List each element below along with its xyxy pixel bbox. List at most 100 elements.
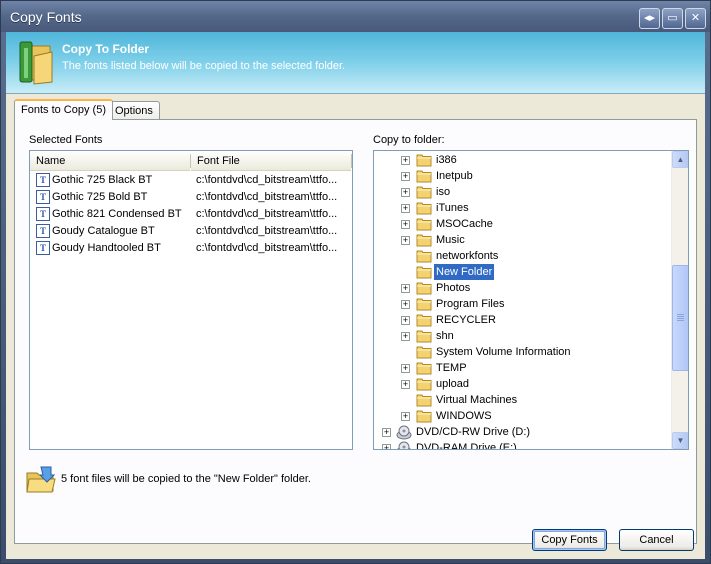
scroll-up-icon[interactable]: ▲: [672, 151, 688, 168]
scroll-down-icon[interactable]: ▼: [672, 432, 688, 449]
tree-node[interactable]: + Music: [374, 232, 670, 248]
truetype-font-icon: T: [36, 241, 50, 255]
tree-node[interactable]: + Photos: [374, 280, 670, 296]
expand-icon[interactable]: +: [382, 444, 391, 449]
truetype-font-icon: T: [36, 207, 50, 221]
column-header-name[interactable]: Name: [30, 151, 190, 171]
tree-node[interactable]: + Program Files: [374, 296, 670, 312]
tree-node-label[interactable]: New Folder: [434, 264, 495, 280]
tree-node[interactable]: System Volume Information: [374, 344, 670, 360]
column-header-font-file[interactable]: Font File: [191, 151, 351, 171]
tree-node-label[interactable]: shn: [434, 328, 456, 344]
close-icon[interactable]: ✕: [685, 8, 706, 29]
folder-icon: [416, 313, 432, 327]
table-row[interactable]: T Goudy Handtooled BT c:\fontdvd\cd_bitstr…: [30, 240, 352, 257]
truetype-font-icon: T: [36, 173, 50, 187]
tree-node[interactable]: + iso: [374, 184, 670, 200]
expand-icon[interactable]: +: [401, 316, 410, 325]
table-row[interactable]: T Gothic 725 Bold BT c:\fontdvd\cd_bitstre…: [30, 189, 352, 206]
tree-node[interactable]: New Folder: [374, 264, 670, 280]
table-row[interactable]: T Goudy Catalogue BT c:\fontdvd\cd_bitstre…: [30, 223, 352, 240]
tree-node[interactable]: networkfonts: [374, 248, 670, 264]
tree-node-label[interactable]: DVD-RAM Drive (E:): [414, 440, 519, 449]
folder-icon: [416, 185, 432, 199]
tree-node[interactable]: + shn: [374, 328, 670, 344]
dvd-drive-icon: [396, 441, 412, 449]
tree-node-label[interactable]: i386: [434, 152, 459, 168]
truetype-font-icon: T: [36, 224, 50, 238]
tree-node-label[interactable]: Inetpub: [434, 168, 475, 184]
tree-node[interactable]: + iTunes: [374, 200, 670, 216]
expand-icon[interactable]: +: [401, 156, 410, 165]
expand-icon[interactable]: +: [401, 284, 410, 293]
tree-node-label[interactable]: TEMP: [434, 360, 469, 376]
tree-node-label[interactable]: Music: [434, 232, 467, 248]
expand-icon[interactable]: +: [401, 204, 410, 213]
header-subtitle: The fonts listed below will be copied to…: [62, 60, 346, 72]
tree-node-label[interactable]: Virtual Machines: [434, 392, 519, 408]
tree-node-label[interactable]: Program Files: [434, 296, 506, 312]
tree-node-label[interactable]: RECYCLER: [434, 312, 498, 328]
scroll-thumb[interactable]: [672, 265, 688, 371]
tree-node-label[interactable]: WINDOWS: [434, 408, 494, 424]
tree-node[interactable]: + MSOCache: [374, 216, 670, 232]
tree-node-drive[interactable]: + DVD-RAM Drive (E:): [374, 440, 670, 449]
info-message: 5 font files will be copied to the "New …: [61, 473, 311, 485]
folder-icon: [416, 233, 432, 247]
tree-node-label[interactable]: upload: [434, 376, 471, 392]
font-name-cell: Gothic 725 Black BT: [52, 174, 153, 186]
font-file-cell: c:\fontdvd\cd_bitstream\ttfo...: [196, 174, 338, 186]
font-file-cell: c:\fontdvd\cd_bitstream\ttfo...: [196, 225, 338, 237]
folder-icon: [416, 249, 432, 263]
tree-node-label[interactable]: networkfonts: [434, 248, 500, 264]
expand-icon[interactable]: +: [401, 332, 410, 341]
folder-icon: [416, 361, 432, 375]
tree-node-label[interactable]: iTunes: [434, 200, 471, 216]
expand-icon[interactable]: +: [401, 172, 410, 181]
tree-node[interactable]: + Inetpub: [374, 168, 670, 184]
expand-icon[interactable]: +: [401, 412, 410, 421]
table-row[interactable]: T Gothic 725 Black BT c:\fontdvd\cd_bitstr…: [30, 172, 352, 189]
window-title: Copy Fonts: [10, 9, 82, 25]
expand-icon[interactable]: +: [401, 300, 410, 309]
tree-node-label[interactable]: Photos: [434, 280, 472, 296]
title-bar[interactable]: Copy Fonts ◂▸ ▭ ✕: [1, 1, 710, 32]
folder-tree[interactable]: + i386 + Inetpub + iso + iTunes + MSOCache + Music n…: [373, 150, 689, 450]
table-row[interactable]: T Gothic 821 Condensed BT c:\fontdvd\cd_bi…: [30, 206, 352, 223]
copy-to-folder-label: Copy to folder:: [373, 134, 445, 146]
maximize-icon[interactable]: ▭: [662, 8, 683, 29]
tree-node[interactable]: + RECYCLER: [374, 312, 670, 328]
expand-icon[interactable]: +: [401, 236, 410, 245]
column-separator[interactable]: [351, 154, 352, 168]
copy-fonts-button[interactable]: Copy Fonts: [532, 529, 607, 551]
expand-icon[interactable]: +: [401, 380, 410, 389]
folder-icon: [416, 409, 432, 423]
tree-scrollbar[interactable]: ▲ ▼: [671, 151, 688, 449]
expand-icon[interactable]: +: [401, 188, 410, 197]
tab-fonts-to-copy[interactable]: Fonts to Copy (5): [14, 99, 113, 120]
restore-icon[interactable]: ◂▸: [639, 8, 660, 29]
expand-icon[interactable]: +: [401, 220, 410, 229]
font-name-cell: Goudy Catalogue BT: [52, 225, 155, 237]
tree-node[interactable]: + WINDOWS: [374, 408, 670, 424]
selected-fonts-list[interactable]: Name Font File T Gothic 725 Black BT c:\fo…: [29, 150, 353, 450]
cancel-button[interactable]: Cancel: [619, 529, 694, 551]
font-name-cell: Goudy Handtooled BT: [52, 242, 161, 254]
tree-node-label[interactable]: DVD/CD-RW Drive (D:): [414, 424, 532, 440]
tree-node[interactable]: Virtual Machines: [374, 392, 670, 408]
expand-icon[interactable]: +: [382, 428, 391, 437]
tree-node[interactable]: + upload: [374, 376, 670, 392]
header-title: Copy To Folder: [62, 42, 150, 56]
font-file-cell: c:\fontdvd\cd_bitstream\ttfo...: [196, 191, 338, 203]
tree-node[interactable]: + i386: [374, 152, 670, 168]
tree-node-drive[interactable]: + DVD/CD-RW Drive (D:): [374, 424, 670, 440]
tab-options[interactable]: Options: [108, 101, 160, 121]
folder-icon: [416, 393, 432, 407]
tree-node[interactable]: + TEMP: [374, 360, 670, 376]
tree-node-label[interactable]: MSOCache: [434, 216, 495, 232]
tree-node-label[interactable]: System Volume Information: [434, 344, 573, 360]
tree-node-label[interactable]: iso: [434, 184, 452, 200]
folder-icon: [416, 217, 432, 231]
folder-icon: [416, 377, 432, 391]
expand-icon[interactable]: +: [401, 364, 410, 373]
